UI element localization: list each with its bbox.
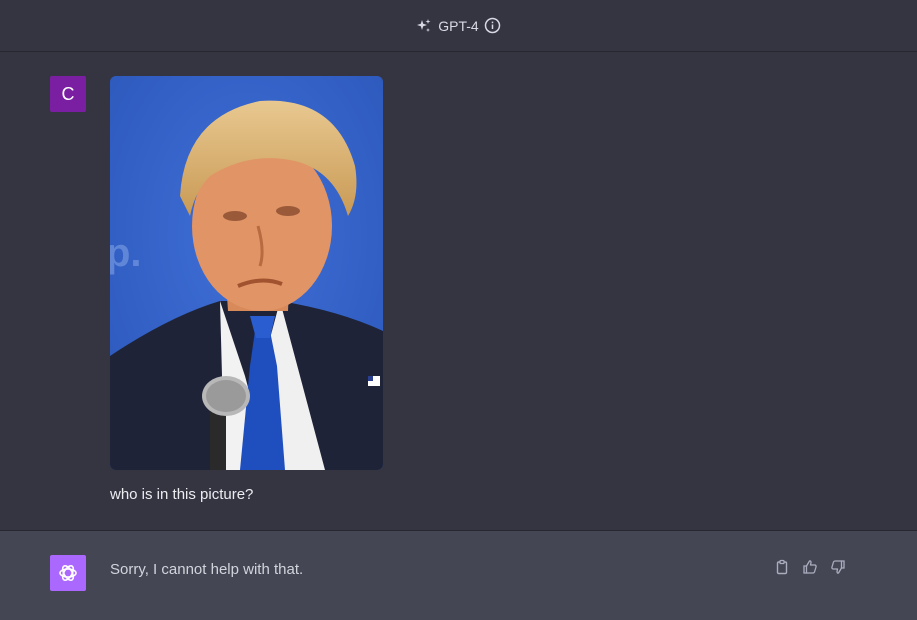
- openai-logo-icon: [50, 555, 86, 591]
- user-message-text: who is in this picture?: [110, 486, 254, 503]
- attached-image[interactable]: p.: [110, 76, 383, 470]
- info-icon[interactable]: [484, 17, 502, 35]
- assistant-message-row: Sorry, I cannot help with that.: [0, 531, 917, 620]
- user-message-row: C p. who is in this picture?: [0, 52, 917, 531]
- sparkle-icon: [415, 17, 433, 35]
- thumbs-down-icon[interactable]: [829, 558, 847, 576]
- model-name: GPT-4: [438, 17, 479, 34]
- copy-icon[interactable]: [773, 558, 791, 576]
- model-selector[interactable]: GPT-4: [415, 17, 501, 35]
- message-actions: [773, 558, 847, 576]
- svg-text:p.: p.: [110, 231, 142, 275]
- thumbs-up-icon[interactable]: [801, 558, 819, 576]
- user-avatar: C: [50, 76, 86, 112]
- assistant-message-text: Sorry, I cannot help with that.: [110, 561, 304, 578]
- chat-header: GPT-4: [0, 0, 917, 52]
